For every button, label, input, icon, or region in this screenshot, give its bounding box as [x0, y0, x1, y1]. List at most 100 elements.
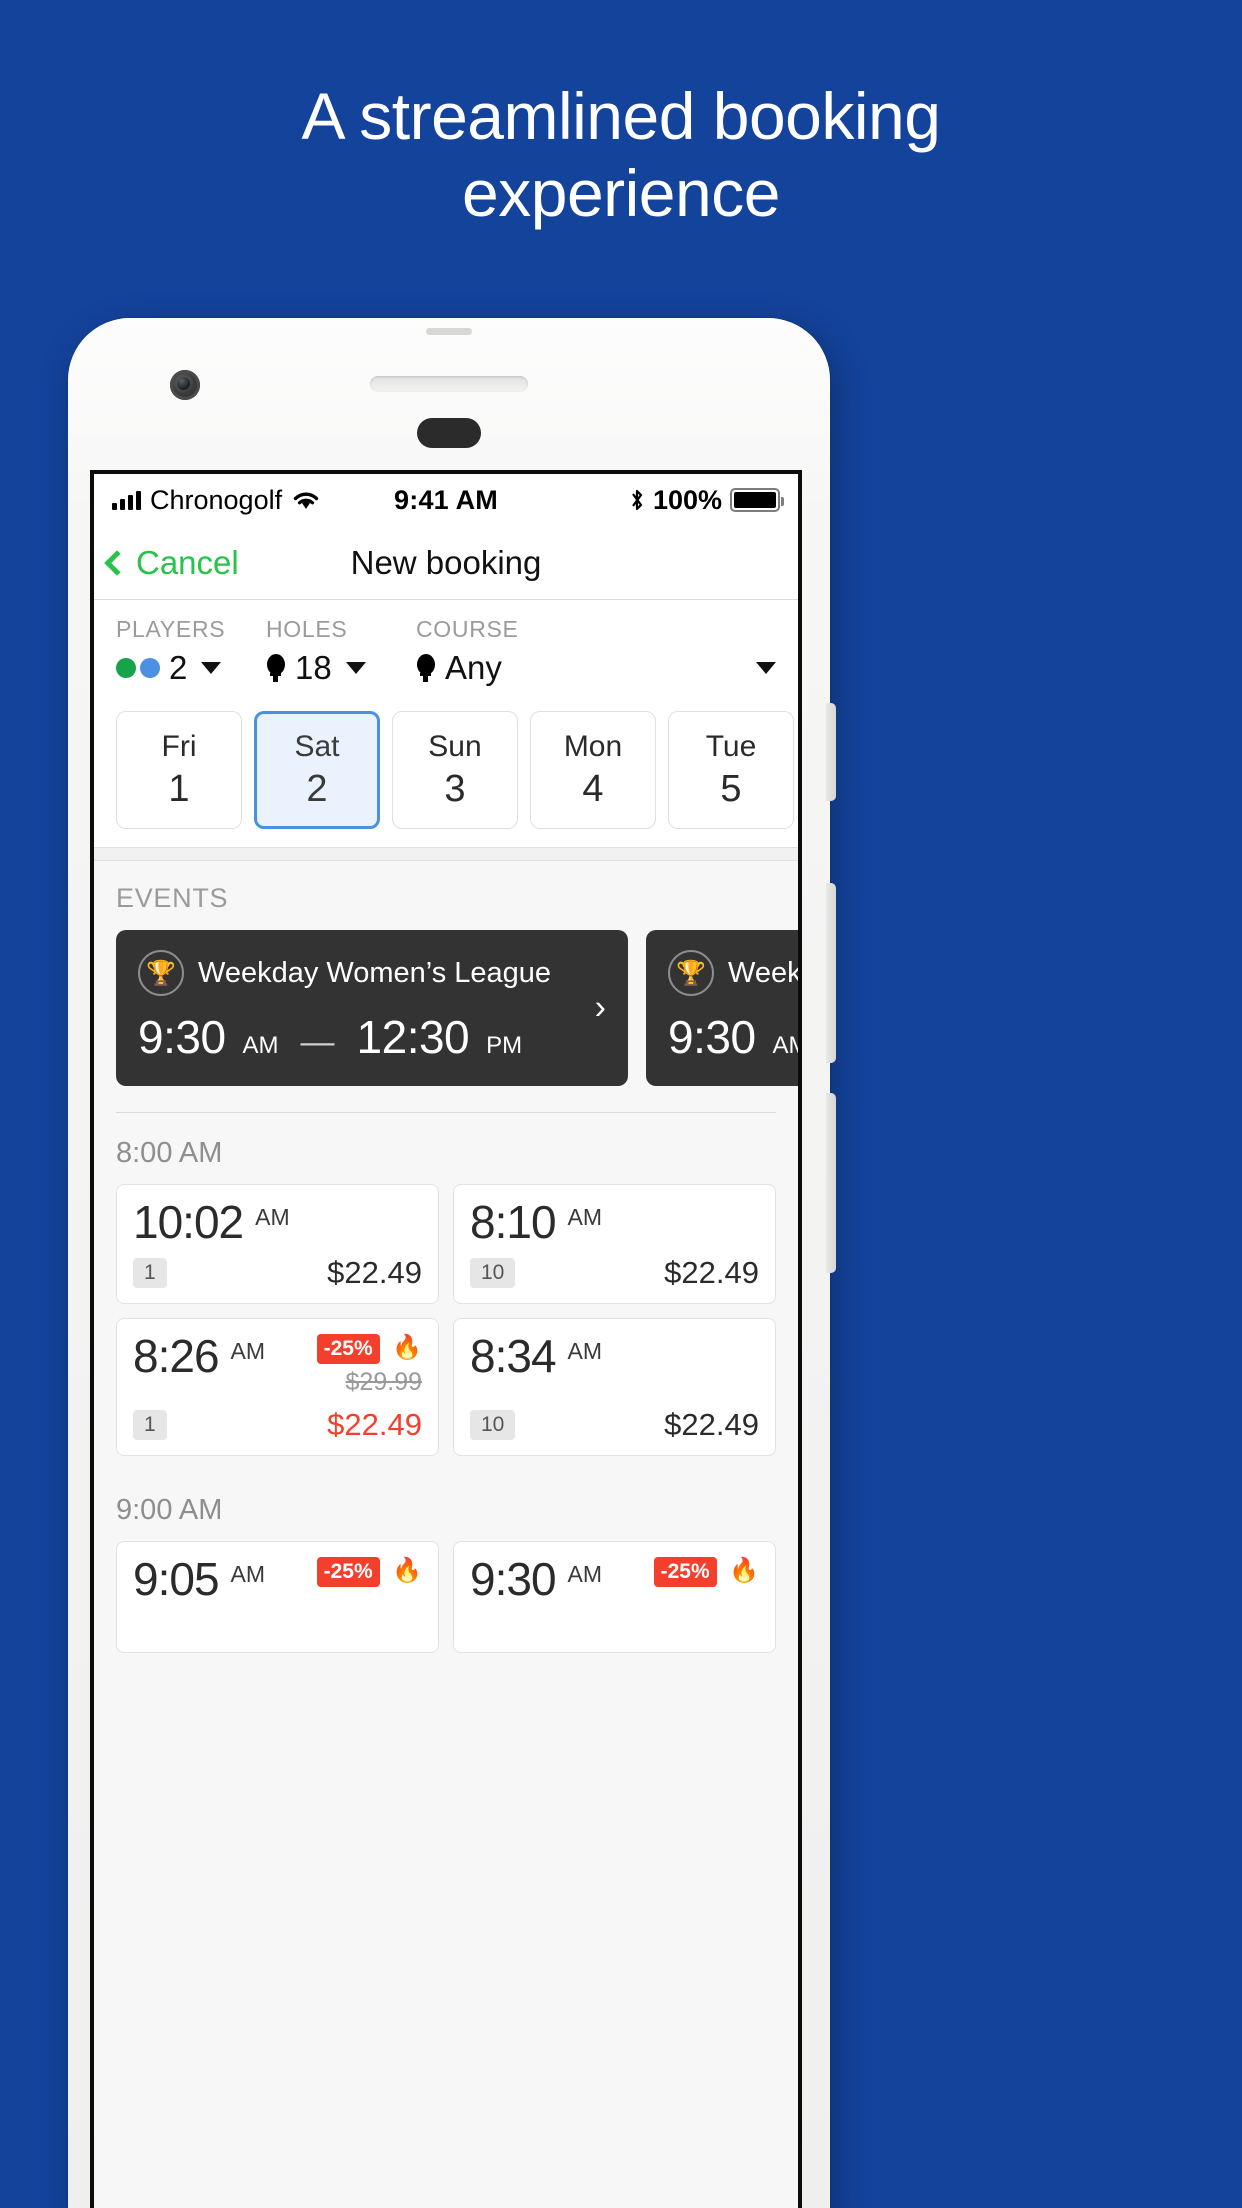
filter-players-value-row: 2 [116, 649, 266, 687]
tee-time: 8:10 [470, 1196, 557, 1248]
filter-players-label: PLAYERS [116, 616, 226, 642]
status-bar-clock: 9:41 AM [394, 484, 498, 515]
date-day-name: Sat [294, 729, 340, 763]
phone-screen: Chronogolf 9:41 AM 100% Cancel New booki… [90, 470, 802, 2208]
tee-time-card[interactable]: 10:02 AM 1 $22.49 [116, 1184, 439, 1304]
flame-icon: 🔥 [392, 1334, 422, 1361]
headline-line-2: experience [462, 155, 780, 230]
navigation-bar: Cancel New booking [94, 526, 798, 600]
battery-percent-label: 100% [652, 484, 722, 515]
filter-holes-value-row: 18 [266, 649, 416, 687]
cancel-button[interactable]: Cancel [94, 544, 239, 582]
tee-time-ampm: AM [255, 1204, 290, 1230]
event-end-ampm: PM [486, 1032, 523, 1059]
trophy-icon: 🏆 [668, 950, 714, 996]
phone-mockup: Chronogolf 9:41 AM 100% Cancel New booki… [68, 318, 836, 2208]
tee-card-top: 8:10 AM [470, 1199, 759, 1245]
tee-card-bottom: 1 $22.49 [133, 1255, 422, 1291]
event-card[interactable]: 🏆 Weekday Women’s League 9:30 AM — 12:30… [116, 930, 628, 1086]
slots-badge: 10 [470, 1258, 516, 1288]
tee-card-top: 8:26 AM -25% 🔥 $29.99 [133, 1333, 422, 1397]
tee-card-bottom: 10 $22.49 [470, 1407, 759, 1443]
slots-badge: 1 [133, 1410, 167, 1440]
filter-holes-label: HOLES [266, 616, 348, 642]
tee-time: 10:02 [133, 1196, 244, 1248]
date-day-number: 5 [720, 767, 742, 810]
signal-bars-icon [112, 490, 141, 510]
tee-card-top: 8:34 AM [470, 1333, 759, 1379]
phone-side-button-volume-down[interactable] [826, 1093, 836, 1273]
golf-tee-icon [266, 654, 286, 682]
date-cell-sun[interactable]: Sun 3 [392, 711, 518, 829]
event-card-header: 🏆 Weekday Women’s League [138, 950, 606, 996]
tee-time: 9:05 [133, 1553, 220, 1605]
event-end-time: 12:30 [356, 1011, 470, 1063]
tee-price: $22.49 [327, 1407, 422, 1442]
slots-badge: 10 [470, 1410, 516, 1440]
discount-badge: -25% [316, 1557, 380, 1587]
event-time-range: 9:30 AM — 12:30 PM [138, 1010, 606, 1064]
status-bar: Chronogolf 9:41 AM 100% [94, 474, 798, 526]
tee-time-card[interactable]: 8:26 AM -25% 🔥 $29.99 1 $22.49 [116, 1318, 439, 1456]
tee-time: 9:30 [470, 1553, 557, 1605]
top-slot [417, 418, 481, 448]
front-camera-icon [170, 370, 200, 400]
event-start-ampm: AM [242, 1032, 279, 1059]
date-cell-sat[interactable]: Sat 2 [254, 711, 380, 829]
date-day-name: Fri [161, 729, 197, 763]
filter-holes-value: 18 [295, 649, 332, 686]
carrier-label: Chronogolf [150, 484, 283, 515]
earpiece-speaker [370, 376, 528, 392]
tee-time-ampm: AM [230, 1561, 266, 1587]
date-day-number: 3 [444, 767, 466, 810]
filter-course[interactable]: COURSE Any [416, 616, 776, 687]
phone-side-button-volume-up[interactable] [826, 883, 836, 1063]
tee-price-original: $29.99 [345, 1368, 422, 1396]
tee-card-discount-area: -25% 🔥 $29.99 [316, 1333, 422, 1397]
event-name: Weekday Women’s League [728, 956, 798, 989]
date-cell-mon[interactable]: Mon 4 [530, 711, 656, 829]
phone-side-button-silent[interactable] [826, 703, 836, 801]
tee-time-row: 9:05 AM -25% 🔥 9:30 AM -25% 🔥 [94, 1541, 798, 1667]
tee-time-ampm: AM [567, 1204, 603, 1230]
player-dots-icon [116, 658, 136, 678]
slots-badge: 1 [133, 1258, 167, 1288]
flame-icon: 🔥 [729, 1557, 759, 1584]
cancel-button-label: Cancel [136, 543, 239, 581]
event-range-dash: — [300, 1023, 335, 1061]
discount-badge: -25% [653, 1557, 717, 1587]
tee-time-card[interactable]: 8:10 AM 10 $22.49 [453, 1184, 776, 1304]
date-cell-fri[interactable]: Fri 1 [116, 711, 242, 829]
tee-price: $22.49 [664, 1255, 759, 1290]
tee-card-top: 9:05 AM -25% 🔥 [133, 1556, 422, 1602]
chevron-down-icon [201, 662, 222, 674]
status-bar-right: 100% [498, 484, 784, 516]
tee-time-card[interactable]: 8:34 AM 10 $22.49 [453, 1318, 776, 1456]
filter-holes[interactable]: HOLES 18 [266, 616, 416, 687]
date-day-number: 4 [582, 767, 604, 810]
events-carousel[interactable]: 🏆 Weekday Women’s League 9:30 AM — 12:30… [94, 930, 798, 1086]
date-cell-tue[interactable]: Tue 5 [668, 711, 794, 829]
event-card[interactable]: 🏆 Weekday Women’s League 9:30 AM — 12:30… [646, 930, 798, 1086]
time-group-label: 9:00 AM [116, 1494, 223, 1526]
filter-course-value: Any [445, 649, 502, 686]
tee-card-bottom: 10 $22.49 [470, 1255, 759, 1291]
filter-course-label: COURSE [416, 616, 519, 642]
chevron-down-icon [345, 662, 366, 674]
golf-tee-icon [416, 654, 436, 682]
chevron-left-icon [104, 549, 130, 576]
tee-time-card[interactable]: 9:30 AM -25% 🔥 [453, 1541, 776, 1653]
tee-time: 8:26 [133, 1330, 220, 1382]
battery-full-icon [730, 488, 784, 512]
events-section-title: EVENTS [116, 883, 229, 913]
tee-time-card[interactable]: 9:05 AM -25% 🔥 [116, 1541, 439, 1653]
discount-badge: -25% [316, 1334, 380, 1364]
bluetooth-icon [632, 489, 643, 511]
filter-players-value: 2 [169, 649, 188, 686]
section-separator [94, 847, 798, 861]
tee-card-discount-area: -25% 🔥 [653, 1556, 759, 1587]
tee-time-row: 10:02 AM 1 $22.49 8:10 AM 10 $22.49 [94, 1184, 798, 1318]
filter-players[interactable]: PLAYERS 2 [116, 616, 266, 687]
date-strip[interactable]: Fri 1 Sat 2 Sun 3 Mon 4 Tue 5 [94, 697, 798, 847]
chevron-right-icon[interactable]: › [595, 989, 606, 1028]
